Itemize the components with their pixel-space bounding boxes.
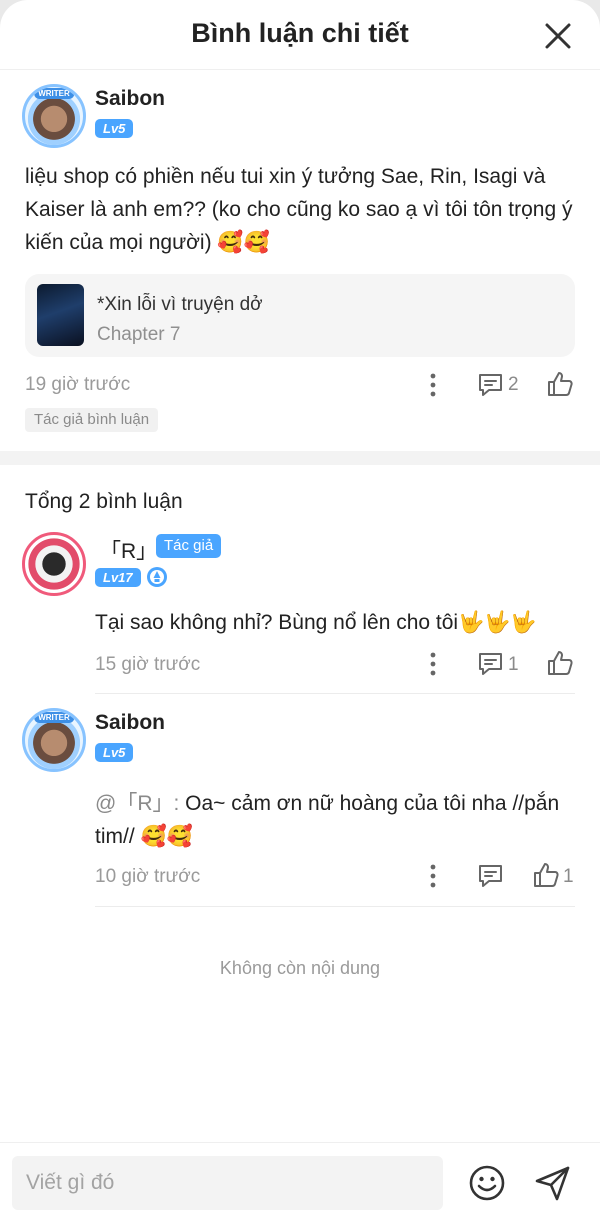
chapter-card[interactable]: *Xin lỗi vì truyện dở Chapter 7 (25, 274, 575, 357)
like-count: 1 (563, 866, 574, 887)
close-icon[interactable] (542, 20, 574, 52)
comment-text: liệu shop có phiền nếu tui xin ý tưởng S… (25, 165, 573, 254)
level-badge: Lv5 (95, 119, 134, 138)
user-name[interactable]: Saibon (95, 711, 165, 735)
comment-composer (0, 1142, 600, 1221)
send-icon[interactable] (533, 1163, 573, 1203)
comment-text: @「R」: Oa~ cảm ơn nữ hoàng của tôi nha //… (95, 787, 575, 853)
comment-input[interactable] (12, 1156, 443, 1210)
verified-icon (147, 567, 167, 587)
writer-badge: WRITER (34, 712, 74, 723)
level-badge: Lv5 (95, 743, 134, 762)
avatar[interactable] (22, 532, 86, 596)
level-badge: Lv17 (95, 568, 141, 587)
section-divider (0, 451, 600, 465)
emoji-icon[interactable] (467, 1163, 507, 1203)
comment-text: Tại sao không nhỉ? Bùng nổ lên cho tôi🤟🤟… (95, 611, 537, 634)
user-name[interactable]: 「R」 (100, 535, 157, 565)
writer-badge: WRITER (34, 88, 74, 99)
avatar[interactable]: WRITER (22, 84, 86, 148)
chapter-title: *Xin lỗi vì truyện dở (97, 294, 263, 315)
chapter-thumbnail (37, 284, 84, 346)
author-badge: Tác giả (156, 534, 222, 558)
like-icon[interactable] (546, 649, 574, 677)
author-comment-tag: Tác giả bình luận (25, 408, 159, 432)
end-of-list-text: Không còn nội dung (219, 958, 381, 978)
divider (95, 693, 575, 694)
reply-icon[interactable] (477, 862, 504, 889)
total-comments: Tổng 2 bình luận (25, 490, 183, 513)
more-options-icon[interactable] (424, 863, 442, 889)
more-options-icon[interactable] (424, 651, 442, 677)
like-icon[interactable] (532, 861, 560, 889)
page-title: Bình luận chi tiết (191, 18, 409, 48)
reply-icon[interactable] (477, 371, 504, 398)
reply-count: 2 (508, 374, 519, 395)
reply-count: 1 (508, 654, 519, 675)
comment-time: 19 giờ trước (25, 374, 131, 395)
user-name[interactable]: Saibon (95, 87, 165, 111)
reply-icon[interactable] (477, 650, 504, 677)
comment-time: 15 giờ trước (95, 654, 201, 675)
chapter-number: Chapter 7 (97, 324, 181, 345)
comment-detail-sheet: Bình luận chi tiết WRITER Saibon Lv5 liệ… (0, 0, 600, 1221)
comment-time: 10 giờ trước (95, 866, 201, 887)
mention[interactable]: @「R」: (95, 792, 185, 815)
divider (95, 906, 575, 907)
header: Bình luận chi tiết (0, 0, 600, 70)
like-icon[interactable] (546, 370, 574, 398)
avatar[interactable]: WRITER (22, 708, 86, 772)
more-options-icon[interactable] (424, 372, 442, 398)
